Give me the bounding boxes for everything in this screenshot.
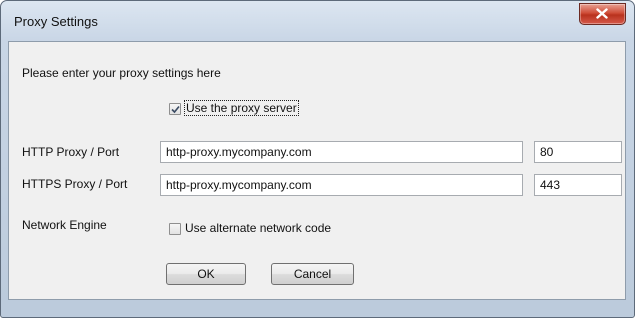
checkmark-icon — [171, 105, 180, 114]
proxy-settings-dialog: Proxy Settings Please enter your proxy s… — [0, 0, 635, 318]
alternate-network-checkbox[interactable] — [169, 223, 181, 235]
use-proxy-label[interactable]: Use the proxy server — [184, 100, 299, 116]
ok-button[interactable]: OK — [166, 263, 246, 285]
http-proxy-label: HTTP Proxy / Port — [22, 145, 120, 159]
http-proxy-host-input[interactable] — [160, 141, 523, 163]
http-proxy-port-input[interactable] — [534, 141, 622, 163]
https-proxy-port-input[interactable] — [534, 174, 622, 196]
close-icon — [596, 8, 608, 19]
https-proxy-host-input[interactable] — [160, 174, 523, 196]
dialog-body: Please enter your proxy settings here Us… — [8, 41, 626, 300]
close-button[interactable] — [579, 3, 626, 25]
title-bar[interactable]: Proxy Settings — [1, 1, 634, 41]
window-title: Proxy Settings — [14, 14, 98, 29]
cancel-button[interactable]: Cancel — [271, 263, 354, 285]
alternate-network-label[interactable]: Use alternate network code — [185, 221, 331, 235]
use-proxy-checkbox[interactable] — [169, 103, 181, 115]
network-engine-label: Network Engine — [22, 218, 107, 232]
https-proxy-label: HTTPS Proxy / Port — [22, 177, 128, 191]
intro-text: Please enter your proxy settings here — [22, 66, 221, 80]
